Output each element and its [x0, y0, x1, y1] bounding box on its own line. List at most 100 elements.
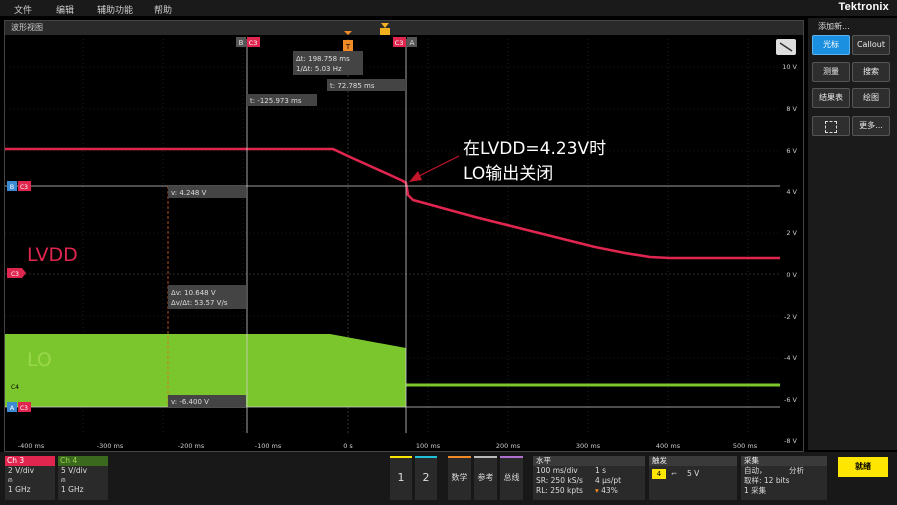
zoom-handle-icon[interactable] [776, 39, 796, 55]
svg-text:8 V: 8 V [786, 105, 797, 113]
ch3-probe-icon: ⍝ [8, 475, 13, 484]
svg-text:-2 V: -2 V [784, 313, 798, 321]
horizontal-title: 水平 [533, 456, 645, 466]
horizontal-duration: 1 s [595, 466, 607, 475]
cursor-b-top[interactable]: B C3 [236, 37, 260, 47]
svg-text:A: A [410, 39, 415, 47]
marker-a[interactable]: A C3 [7, 402, 31, 412]
svg-text:C3: C3 [395, 39, 404, 47]
readout-delta-v: Δv: 10.648 V Δv/Δt: 53.57 V/s [168, 285, 246, 309]
channel-1-button[interactable]: 1 [390, 456, 412, 500]
callout-button[interactable]: Callout [852, 35, 890, 55]
svg-text:Δv: 10.648 V: Δv: 10.648 V [171, 289, 216, 297]
svg-text:v: 4.248 V: v: 4.248 V [171, 189, 207, 197]
ref-button[interactable]: 参考 [474, 456, 497, 500]
ch3-badge[interactable]: Ch 3 2 V/div ⍝ 1 GHz [5, 456, 55, 500]
cursor-a-top[interactable]: C3 A [393, 37, 417, 47]
readout-t-a: t: 72.785 ms [327, 79, 406, 91]
marker-b[interactable]: B C3 [7, 181, 31, 191]
horizontal-scale: 100 ms/div [536, 466, 578, 475]
ch4-waveform [5, 334, 780, 407]
svg-text:100 ms: 100 ms [416, 442, 441, 450]
menu-help[interactable]: 帮助 [154, 3, 172, 16]
horizontal-panel[interactable]: 水平 100 ms/div 1 s SR: 250 kS/s 4 μs/pt R… [533, 456, 645, 500]
svg-text:T: T [345, 43, 351, 51]
falling-edge-icon: ⌐ [671, 469, 678, 478]
horizontal-rl: RL: 250 kpts [536, 486, 583, 495]
svg-text:LO输出关闭: LO输出关闭 [463, 164, 553, 184]
svg-text:-6 V: -6 V [784, 396, 798, 404]
svg-text:-400 ms: -400 ms [18, 442, 45, 450]
svg-text:500 ms: 500 ms [733, 442, 758, 450]
search-button[interactable]: 搜索 [852, 62, 890, 82]
menu-utility[interactable]: 辅助功能 [97, 3, 133, 16]
acquire-analyze: 分析 [789, 466, 804, 475]
lvdd-label: LVDD [27, 244, 78, 266]
y-axis-ticks: 10 V 8 V 6 V 4 V 2 V 0 V -2 V -4 V -6 V … [782, 63, 797, 445]
measure-button[interactable]: 测量 [812, 62, 850, 82]
menu-edit[interactable]: 编辑 [56, 3, 74, 16]
ch4-name: Ch 4 [58, 456, 108, 466]
svg-text:-4 V: -4 V [784, 354, 798, 362]
svg-text:4 V: 4 V [786, 188, 797, 196]
svg-text:300 ms: 300 ms [576, 442, 601, 450]
menu-file[interactable]: 文件 [14, 3, 32, 16]
ch3-bw: 1 GHz [8, 484, 31, 494]
svg-text:B: B [10, 183, 14, 191]
marker-c4-ground[interactable]: C4 [7, 381, 26, 391]
svg-text:10 V: 10 V [782, 63, 797, 71]
trigger-marker[interactable]: T [343, 23, 390, 51]
acquire-mode: 自动， [744, 466, 767, 475]
svg-text:200 ms: 200 ms [496, 442, 521, 450]
svg-text:C4: C4 [11, 384, 19, 391]
marker-c3-ground[interactable]: C3 [7, 268, 26, 278]
svg-text:Δv/Δt: 53.57 V/s: Δv/Δt: 53.57 V/s [171, 299, 228, 307]
svg-text:Δt: 198.758 ms: Δt: 198.758 ms [296, 55, 350, 63]
bus-button[interactable]: 总线 [500, 456, 523, 500]
readout-delta: Δt: 198.758 ms 1/Δt: 5.03 Hz [293, 51, 363, 75]
acquire-panel[interactable]: 采集 自动， 分析 取样: 12 bits 1 采集 [741, 456, 827, 500]
svg-text:0 V: 0 V [786, 271, 797, 279]
waveform-view[interactable]: 波形视图 B C3 C3 A T Δt: 198.758 ms 1/Δt: 5.… [4, 20, 804, 452]
svg-text:v: -6.400 V: v: -6.400 V [171, 398, 209, 406]
ch3-waveform [5, 147, 780, 260]
waveform-plot[interactable]: B C3 C3 A T Δt: 198.758 ms 1/Δt: 5.03 Hz… [5, 21, 803, 451]
svg-text:-8 V: -8 V [784, 437, 798, 445]
trigger-source: 4 [652, 469, 666, 479]
ch4-badge[interactable]: Ch 4 5 V/div ⍝ 1 GHz [58, 456, 108, 500]
status-ready-button[interactable]: 就绪 [838, 457, 888, 477]
annotation: 在LVDD=4.23V时 LO输出关闭 [409, 139, 606, 184]
svg-text:C3: C3 [249, 39, 258, 47]
svg-text:C3: C3 [11, 271, 19, 278]
horizontal-position: ▾ 43% [595, 486, 618, 495]
more-button[interactable]: 更多... [852, 116, 890, 136]
math-button[interactable]: 数学 [448, 456, 471, 500]
lo-label: LO [27, 349, 52, 371]
svg-text:400 ms: 400 ms [656, 442, 681, 450]
acquire-title: 采集 [741, 456, 827, 466]
plot-button[interactable]: 绘图 [852, 88, 890, 108]
ch4-bw: 1 GHz [61, 484, 84, 494]
settings-bar: Ch 3 2 V/div ⍝ 1 GHz Ch 4 5 V/div ⍝ 1 GH… [0, 452, 897, 505]
acquire-count: 1 采集 [744, 486, 767, 495]
ch4-scale: 5 V/div [61, 465, 88, 475]
cursor-button[interactable]: 光标 [812, 35, 850, 55]
svg-text:t: -125.973 ms: t: -125.973 ms [250, 97, 302, 105]
svg-text:6 V: 6 V [786, 147, 797, 155]
trigger-position-icon: ▾ [595, 486, 599, 495]
brand-logo: Tektronix [838, 1, 889, 13]
readout-t-b: t: -125.973 ms [247, 94, 317, 106]
ch3-name: Ch 3 [5, 456, 55, 466]
svg-text:0 s: 0 s [343, 442, 353, 450]
svg-text:1/Δt: 5.03 Hz: 1/Δt: 5.03 Hz [296, 65, 342, 73]
trigger-panel[interactable]: 触发 4 ⌐ 5 V [649, 456, 737, 500]
x-axis-ticks: -400 ms -300 ms -200 ms -100 ms 0 s 100 … [18, 442, 758, 450]
snapshot-button[interactable] [812, 116, 850, 136]
svg-text:C3: C3 [20, 405, 28, 412]
svg-text:A: A [10, 404, 15, 412]
channel-2-button[interactable]: 2 [415, 456, 437, 500]
svg-text:-200 ms: -200 ms [178, 442, 205, 450]
ch3-scale: 2 V/div [8, 465, 35, 475]
ch4-probe-icon: ⍝ [61, 475, 66, 484]
results-table-button[interactable]: 结果表 [812, 88, 850, 108]
